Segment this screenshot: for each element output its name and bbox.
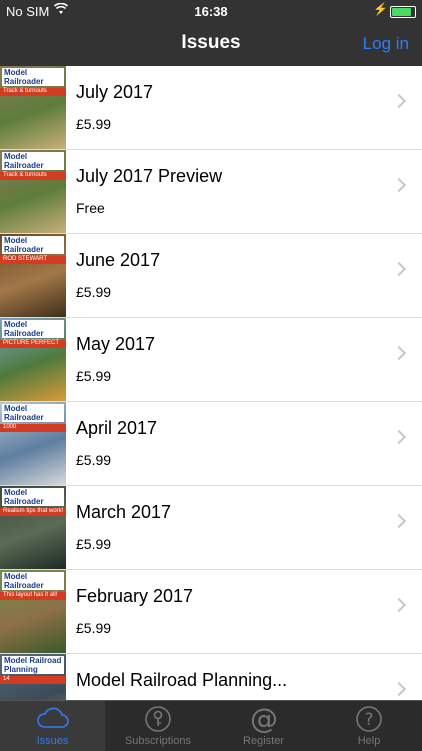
svg-text:?: ? (364, 710, 373, 730)
page-title: Issues (181, 32, 241, 53)
tab-register[interactable]: @ Register (211, 701, 316, 751)
tab-label: Subscriptions (124, 735, 192, 747)
cover-headline: PICTURE PERFECT (0, 340, 66, 348)
issue-price: £5.99 (76, 116, 112, 132)
issue-cover-image: Model Railroader 1000 (0, 402, 66, 485)
issue-title: July 2017 Preview (76, 166, 223, 186)
cover-masthead: Model Railroader (2, 320, 64, 338)
issue-title: Model Railroad Planning... (76, 670, 288, 690)
tab-label: Register (243, 735, 284, 747)
chevron-right-icon (391, 93, 407, 109)
at-icon: @ (211, 702, 316, 735)
issue-cover-image: Model Railroader Track & turnouts (0, 150, 66, 233)
issue-title: May 2017 (76, 334, 156, 354)
chevron-right-icon (391, 681, 407, 697)
issue-row[interactable]: Model Railroad Planning 14 Model Railroad … (0, 654, 422, 700)
cover-masthead: Model Railroader (2, 152, 64, 170)
chevron-right-icon (391, 177, 407, 193)
issue-price: £5.99 (76, 536, 112, 552)
issue-row[interactable]: Model Railroader Track & turnouts July 201… (0, 150, 422, 234)
navigation-bar: Issues Log in (0, 22, 422, 66)
charging-icon: ⚡ (373, 2, 388, 16)
issue-row[interactable]: Model Railroader PICTURE PERFECT May 2017 £… (0, 318, 422, 402)
issue-cover-image: Model Railroader Track & turnouts (0, 66, 66, 149)
tab-issues[interactable]: Issues (0, 701, 105, 751)
issue-cover-image: Model Railroader PICTURE PERFECT (0, 318, 66, 401)
tab-label: Issues (36, 735, 69, 747)
cover-masthead: Model Railroad Planning (2, 656, 64, 674)
battery-icon (390, 6, 416, 18)
issue-row[interactable]: Model Railroader Track & turnouts July 201… (0, 66, 422, 150)
issue-title: July 2017 (76, 82, 154, 102)
issue-row[interactable]: Model Railroader ROD STEWART June 2017 £5.9… (0, 234, 422, 318)
chevron-right-icon (391, 345, 407, 361)
issue-title: June 2017 (76, 250, 161, 270)
issue-cover-image: Model Railroader Realism tips that work! (0, 486, 66, 569)
issue-title: February 2017 (76, 586, 194, 606)
chevron-right-icon (391, 597, 407, 613)
svg-text:@: @ (250, 705, 278, 733)
cover-headline: Track & turnouts (0, 172, 66, 180)
cover-masthead: Model Railroader (2, 488, 64, 506)
cover-headline: ROD STEWART (0, 256, 66, 264)
cover-headline: This layout has it all! (0, 592, 66, 600)
tab-label: Help (357, 735, 381, 747)
cover-masthead: Model Railroader (2, 572, 64, 590)
chevron-right-icon (391, 429, 407, 445)
issue-cover-image: Model Railroader This layout has it all! (0, 570, 66, 653)
issue-price: £5.99 (76, 452, 112, 468)
status-bar: No SIM 16:38 ⚡ (0, 0, 422, 22)
tab-help[interactable]: ? Help (317, 701, 422, 751)
chevron-right-icon (391, 261, 407, 277)
issue-cover-image: Model Railroad Planning 14 (0, 654, 66, 700)
issue-row[interactable]: Model Railroader This layout has it all! F… (0, 570, 422, 654)
cover-headline: Track & turnouts (0, 88, 66, 96)
issue-row[interactable]: Model Railroader 1000 April 2017 £5.99 (0, 402, 422, 486)
issue-price: £5.99 (76, 368, 112, 384)
clock: 16:38 (194, 4, 228, 19)
issue-price: £5.99 (76, 620, 112, 636)
cover-masthead: Model Railroader (2, 236, 64, 254)
cover-headline: 1000 (0, 424, 66, 432)
cover-masthead: Model Railroader (2, 404, 64, 422)
issue-title: March 2017 (76, 502, 172, 522)
issue-list: Model Railroader Track & turnouts July 201… (0, 66, 422, 700)
cloud-icon (0, 705, 105, 735)
question-icon: ? (317, 705, 422, 735)
tab-bar: Issues Subscriptions @ Register? Help (0, 700, 422, 751)
issue-cover-image: Model Railroader ROD STEWART (0, 234, 66, 317)
cover-masthead: Model Railroader (2, 68, 64, 86)
issue-title: April 2017 (76, 418, 158, 438)
login-button[interactable]: Log in (363, 34, 409, 54)
key-icon (106, 705, 211, 735)
issue-price: Free (76, 200, 105, 216)
cover-headline: 14 (0, 676, 66, 684)
issue-row[interactable]: Model Railroader Realism tips that work! M… (0, 486, 422, 570)
issue-price: £5.99 (76, 284, 112, 300)
cover-headline: Realism tips that work! (0, 508, 66, 516)
chevron-right-icon (391, 513, 407, 529)
tab-subscriptions[interactable]: Subscriptions (106, 701, 211, 751)
